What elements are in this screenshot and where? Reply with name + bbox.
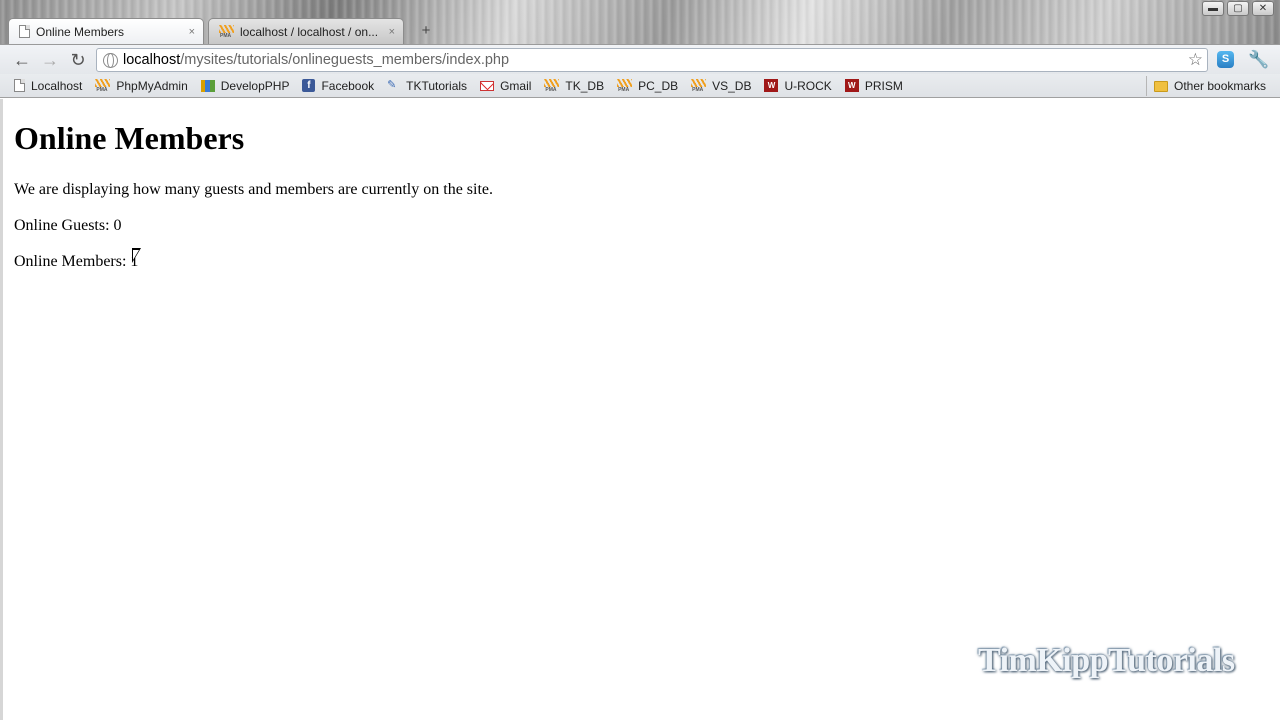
page-icon: [19, 25, 30, 38]
bookmark-label: VS_DB: [712, 78, 752, 93]
window-controls: ▬ ▢ ✕: [1202, 1, 1274, 16]
url-path: /mysites/tutorials/onlineguests_members/…: [180, 52, 510, 68]
reload-button[interactable]: ↻: [66, 49, 90, 71]
globe-icon: [103, 52, 118, 68]
tab-online-members[interactable]: Online Members ×: [8, 18, 204, 44]
extension-icon[interactable]: S: [1217, 51, 1234, 68]
bookmark-label: PC_DB: [638, 78, 679, 93]
close-window-button[interactable]: ✕: [1252, 1, 1274, 16]
pma-icon: PMA: [95, 79, 111, 93]
minimize-button[interactable]: ▬: [1202, 1, 1224, 16]
star-icon[interactable]: ☆: [1188, 50, 1203, 70]
wrench-icon[interactable]: 🔧: [1248, 50, 1269, 70]
bookmark-prism[interactable]: W PRISM: [844, 78, 903, 93]
tab-title: Online Members: [36, 24, 125, 39]
facebook-icon: f: [302, 79, 316, 92]
bookmark-developphp[interactable]: DevelopPHP: [200, 78, 290, 93]
bookmark-gmail[interactable]: Gmail: [480, 79, 531, 93]
new-tab-button[interactable]: +: [414, 23, 438, 39]
tk-icon: ✎: [387, 79, 397, 91]
online-members-text: Online Members: 1: [14, 253, 139, 270]
browser-toolbar: ← → ↻ localhost/mysites/tutorials/online…: [0, 44, 1280, 74]
bookmark-tktutorials[interactable]: ✎ TKTutorials: [387, 79, 467, 93]
watermark: TimKippTutorials: [978, 642, 1235, 679]
title-bar: ▬ ▢ ✕ Online Members × PMA localhost / l…: [0, 0, 1280, 44]
bookmark-label: PhpMyAdmin: [116, 78, 188, 93]
bookmarks-divider: [1146, 76, 1147, 96]
pma-icon: PMA: [544, 79, 560, 93]
tab-strip: Online Members × PMA localhost / localho…: [8, 16, 438, 44]
pma-icon: PMA: [219, 25, 234, 39]
bookmark-tk-db[interactable]: PMA TK_DB: [544, 79, 604, 93]
bookmark-label: PRISM: [864, 78, 903, 93]
maximize-button[interactable]: ▢: [1227, 1, 1249, 16]
developphp-icon: [200, 79, 215, 92]
bookmark-label: U-ROCK: [784, 78, 832, 93]
url-host: localhost: [123, 52, 181, 68]
tab-title: localhost / localhost / on...: [240, 24, 379, 39]
mouse-cursor-icon: [132, 248, 141, 263]
bookmark-label: DevelopPHP: [220, 78, 290, 93]
bookmark-label: TK_DB: [565, 78, 605, 93]
urock-icon: W: [764, 79, 779, 92]
folder-icon: [1154, 80, 1168, 92]
other-bookmarks[interactable]: Other bookmarks: [1154, 74, 1266, 98]
intro-text: We are displaying how many guests and me…: [14, 181, 494, 198]
bookmark-u-rock[interactable]: W U-ROCK: [764, 78, 832, 93]
page-content: Online Members We are displaying how man…: [0, 99, 1280, 720]
bookmark-label: Gmail: [500, 78, 532, 93]
page-heading: Online Members: [14, 120, 245, 156]
other-bookmarks-label: Other bookmarks: [1174, 79, 1267, 93]
back-button[interactable]: ←: [10, 49, 34, 71]
bookmark-vs-db[interactable]: PMA VS_DB: [691, 79, 751, 93]
bookmark-label: TKTutorials: [406, 78, 468, 93]
tab-phpmyadmin[interactable]: PMA localhost / localhost / on... ×: [208, 18, 404, 44]
online-guests-text: Online Guests: 0: [14, 217, 122, 234]
page-icon: [14, 79, 25, 92]
tab-close-icon[interactable]: ×: [189, 26, 195, 38]
bookmark-phpmyadmin[interactable]: PMA PhpMyAdmin: [95, 78, 188, 93]
bookmark-facebook[interactable]: f Facebook: [302, 79, 374, 93]
prism-icon: W: [844, 79, 859, 92]
bookmark-localhost[interactable]: Localhost: [14, 79, 82, 93]
gmail-icon: [480, 80, 495, 91]
pma-icon: PMA: [691, 79, 707, 93]
bookmark-pc-db[interactable]: PMA PC_DB: [617, 79, 678, 93]
pma-icon: PMA: [617, 79, 633, 93]
tab-close-icon[interactable]: ×: [389, 26, 395, 38]
address-bar[interactable]: localhost/mysites/tutorials/onlineguests…: [96, 48, 1208, 72]
bookmark-label: Facebook: [321, 78, 375, 93]
bookmarks-bar: Localhost PMA PhpMyAdmin DevelopPHP f Fa…: [0, 74, 1280, 98]
bookmark-label: Localhost: [31, 78, 83, 93]
forward-button[interactable]: →: [38, 49, 62, 71]
